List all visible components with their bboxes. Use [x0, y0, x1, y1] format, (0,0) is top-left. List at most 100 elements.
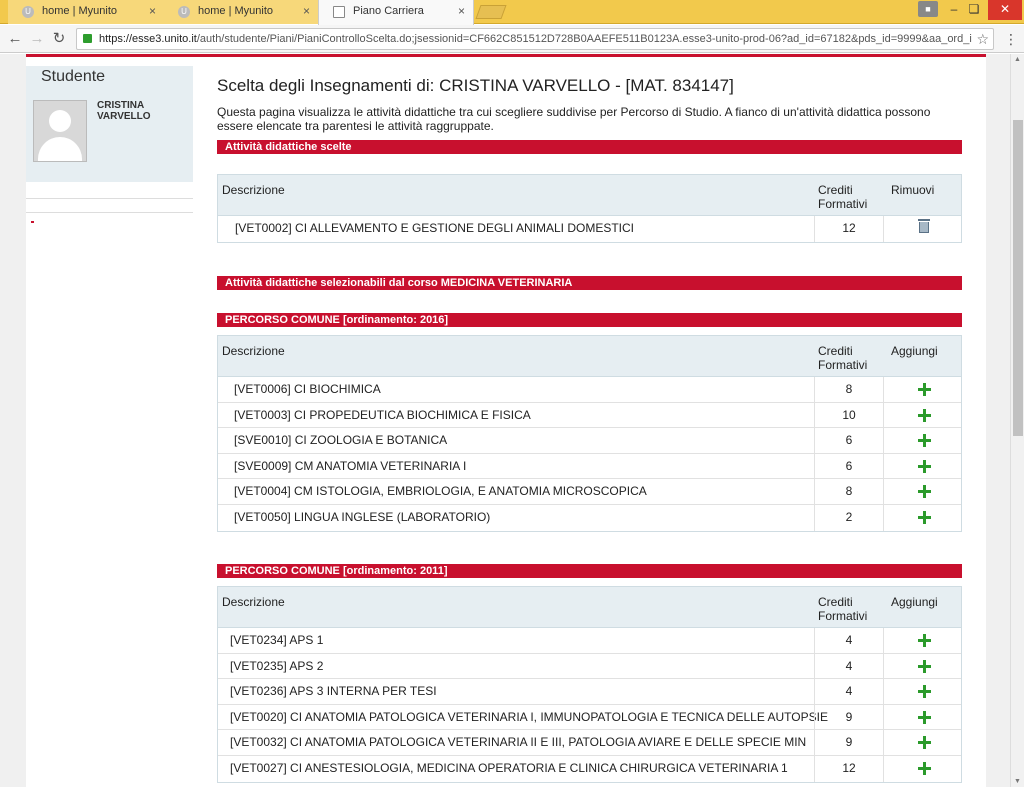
scrollbar-thumb[interactable]: [1013, 120, 1023, 436]
forward-arrow-icon[interactable]: →: [28, 30, 46, 48]
add-cell: [885, 454, 963, 479]
section-header-chosen: Attività didattiche scelte: [217, 140, 962, 154]
activity-description: [VET0027] CI ANESTESIOLOGIA, MEDICINA OP…: [230, 760, 788, 775]
new-tab-button[interactable]: [475, 5, 507, 19]
student-card: Studente CRISTINA VARVELLO: [26, 66, 193, 182]
table-header: Descrizione Crediti Formativi Aggiungi: [218, 336, 961, 377]
activity-credits: 9: [814, 730, 884, 755]
add-plus-icon[interactable]: [917, 510, 931, 524]
table-row: [VET0006] CI BIOCHIMICA 8: [218, 377, 961, 403]
user-profile-icon[interactable]: ■: [918, 1, 938, 17]
reload-icon[interactable]: ↻: [50, 30, 68, 48]
add-plus-icon[interactable]: [917, 383, 931, 396]
url-host: https://esse3.unito.it: [99, 33, 197, 45]
scroll-down-icon[interactable]: ▼: [1014, 778, 1021, 785]
activity-credits: 8: [814, 377, 884, 402]
section-header-selectable: Attività didattiche selezionabili dal co…: [217, 276, 962, 290]
header-accent-line: [26, 54, 986, 57]
address-bar[interactable]: https://esse3.unito.it/auth/studente/Pia…: [76, 28, 994, 50]
section-header-percorso-2016: PERCORSO COMUNE [ordinamento: 2016]: [217, 313, 962, 327]
tab-label: home | Myunito: [42, 5, 118, 17]
activity-description: [VET0003] CI PROPEDEUTICA BIOCHIMICA E F…: [234, 407, 531, 422]
browser-tab-bar: U home | Myunito × U home | Myunito × Pi…: [0, 0, 1024, 25]
activity-description: [SVE0009] CM ANATOMIA VETERINARIA I: [234, 458, 467, 473]
col-header-description: Descrizione: [222, 183, 285, 197]
add-cell: [885, 505, 963, 531]
page-title: Scelta degli Insegnamenti di: CRISTINA V…: [217, 76, 734, 95]
avatar-icon: [33, 100, 87, 162]
col-header-credits: Crediti Formativi: [818, 344, 868, 372]
add-cell: [885, 628, 963, 653]
col-header-add: Aggiungi: [891, 344, 938, 358]
add-cell: [885, 654, 963, 679]
activity-credits: 6: [814, 453, 884, 479]
activity-credits: 12: [814, 216, 884, 242]
close-window-icon[interactable]: ✕: [988, 0, 1022, 20]
close-icon[interactable]: ×: [458, 0, 465, 23]
activity-credits: 12: [814, 755, 884, 782]
add-plus-icon[interactable]: [917, 434, 931, 448]
restore-icon[interactable]: ❏: [960, 0, 988, 20]
activity-description: [VET0236] APS 3 INTERNA PER TESI: [230, 684, 437, 699]
col-header-remove: Rimuovi: [891, 183, 935, 197]
section-header-percorso-2011: PERCORSO COMUNE [ordinamento: 2011]: [217, 564, 962, 578]
add-plus-icon[interactable]: [917, 761, 931, 775]
add-plus-icon[interactable]: [917, 485, 931, 499]
student-title: Studente: [41, 68, 106, 85]
activity-credits: 4: [814, 628, 884, 653]
col-header-description: Descrizione: [222, 595, 285, 609]
bookmark-star-icon[interactable]: ☆: [976, 29, 989, 49]
sidebar-divider: [26, 198, 193, 199]
table-row: [VET0235] APS 2 4: [218, 653, 963, 680]
table-row: [VET0004] CM ISTOLOGIA, EMBRIOLOGIA, E A…: [218, 479, 961, 505]
add-cell: [885, 403, 963, 428]
student-name: CRISTINA VARVELLO: [97, 100, 151, 122]
add-cell: [885, 479, 963, 504]
activity-credits: 2: [814, 504, 884, 531]
add-plus-icon[interactable]: [917, 685, 931, 699]
percorso-2011-table: Descrizione Crediti Formativi Aggiungi […: [217, 586, 962, 783]
add-plus-icon[interactable]: [917, 634, 931, 647]
add-plus-icon[interactable]: [917, 408, 931, 422]
close-icon[interactable]: ×: [303, 0, 310, 23]
activity-credits: 8: [814, 479, 884, 504]
page-container: Studente CRISTINA VARVELLO Scelta degli …: [26, 54, 986, 787]
page-viewport: Studente CRISTINA VARVELLO Scelta degli …: [0, 54, 1010, 787]
percorso-2016-table: Descrizione Crediti Formativi Aggiungi […: [217, 335, 962, 532]
add-plus-icon[interactable]: [917, 736, 931, 750]
add-cell: [885, 705, 963, 730]
trash-icon[interactable]: [918, 219, 930, 233]
table-row: [SVE0010] CI ZOOLOGIA E BOTANICA 6: [218, 428, 961, 454]
tab-label: Piano Carriera: [353, 5, 424, 17]
add-plus-icon[interactable]: [917, 459, 931, 473]
myunito-favicon-icon: U: [178, 6, 190, 18]
table-row: [VET0050] LINGUA INGLESE (LABORATORIO) 2: [218, 504, 963, 531]
tab-piano-carriera[interactable]: Piano Carriera ×: [318, 0, 474, 25]
table-row: [SVE0009] CM ANATOMIA VETERINARIA I 6: [218, 453, 963, 480]
activity-description: [VET0235] APS 2: [230, 658, 324, 673]
browser-menu-icon[interactable]: ⋮: [1004, 31, 1018, 47]
back-arrow-icon[interactable]: ←: [6, 30, 24, 48]
remove-cell: [885, 216, 963, 242]
sidebar-divider: [26, 212, 193, 213]
add-cell: [885, 377, 963, 402]
table-row: [VET0032] CI ANATOMIA PATOLOGICA VETERIN…: [218, 730, 961, 756]
activity-description: [VET0032] CI ANATOMIA PATOLOGICA VETERIN…: [230, 735, 807, 750]
add-cell: [885, 428, 963, 453]
activity-description: [VET0050] LINGUA INGLESE (LABORATORIO): [234, 509, 491, 524]
page-intro: Questa pagina visualizza le attività did…: [217, 105, 931, 133]
browser-toolbar: ← → ↻ https://esse3.unito.it/auth/studen…: [0, 25, 1024, 53]
activity-description: [VET0004] CM ISTOLOGIA, EMBRIOLOGIA, E A…: [234, 484, 647, 499]
tab-home-2[interactable]: U home | Myunito ×: [164, 0, 319, 24]
vertical-scrollbar[interactable]: ▲ ▼: [1010, 54, 1024, 787]
tab-home-1[interactable]: U home | Myunito ×: [8, 0, 165, 24]
table-header: Descrizione Crediti Formativi Aggiungi: [218, 587, 961, 628]
tab-label: home | Myunito: [198, 5, 274, 17]
table-header: Descrizione Crediti Formativi Rimuovi: [218, 175, 961, 216]
add-plus-icon[interactable]: [917, 710, 931, 724]
add-plus-icon[interactable]: [917, 659, 931, 673]
sidebar-marker: [31, 221, 34, 223]
close-icon[interactable]: ×: [149, 0, 156, 23]
scroll-up-icon[interactable]: ▲: [1014, 56, 1021, 63]
activity-credits: 9: [814, 704, 884, 730]
